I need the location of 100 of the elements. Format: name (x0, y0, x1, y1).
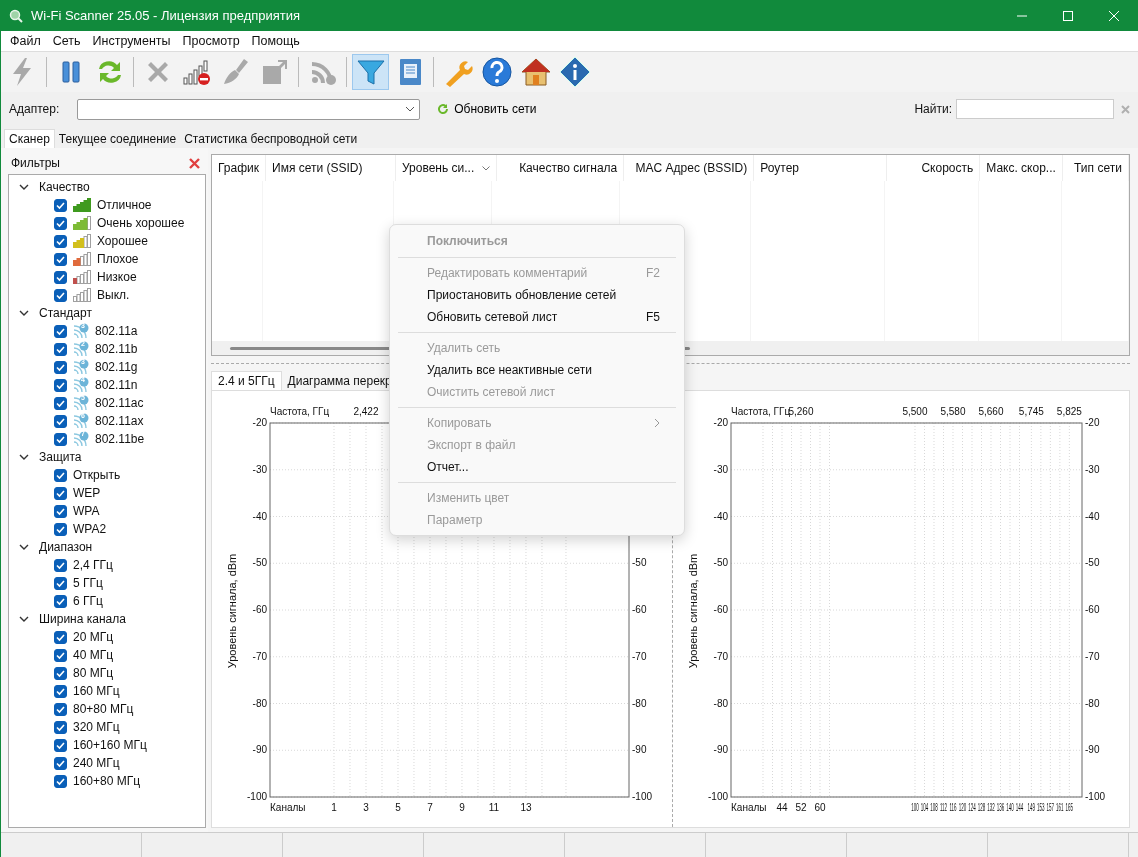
tick-label: -60 (713, 604, 728, 615)
filter-label: 160+80 МГц (73, 774, 141, 788)
filter-label: 802.11ac (95, 396, 144, 410)
tick-label: -50 (252, 557, 267, 569)
tree-group-label: Стандарт (39, 306, 92, 320)
tick-label: -50 (713, 557, 728, 569)
tick-label: 104 (920, 801, 929, 814)
tree-group-label: Защита (39, 450, 82, 464)
shortcut-label: F2 (646, 266, 660, 280)
axis-title: Частота, ГГц (270, 406, 330, 417)
filter-label: 2,4 ГГц (73, 558, 113, 572)
tick-label: -70 (252, 650, 267, 662)
axis-title: Частота, ГГц (731, 406, 791, 417)
filter-label: Открыть (73, 468, 121, 482)
tick-label: 116 (949, 801, 957, 814)
tick-label: 9 (459, 802, 465, 813)
tick-label: 3 (363, 802, 369, 813)
filter-label: 5 ГГц (73, 576, 103, 590)
search-label: Найти: (914, 102, 952, 116)
tick-label: -60 (1085, 604, 1100, 615)
filter-label: WEP (73, 486, 101, 500)
filter-label: Отличное (97, 198, 152, 212)
tick-label: -60 (252, 604, 267, 615)
filter-label: 20 МГц (73, 630, 114, 644)
tick-label: 128 (977, 801, 986, 814)
tick-label: -20 (1085, 417, 1100, 428)
frequency-label: 2,422 (353, 406, 379, 417)
tick-label: 13 (520, 802, 532, 813)
tick-label: -100 (632, 791, 652, 802)
frequency-label: 5,260 (788, 406, 814, 417)
tick-label: -90 (632, 744, 647, 756)
tick-label: -90 (713, 744, 728, 756)
tick-label: 165 (1065, 801, 1074, 814)
tick-label: 140 (1006, 801, 1014, 814)
filter-label: 802.11ax (95, 414, 144, 428)
tick-label: -40 (713, 510, 728, 522)
filter-label: WPA (73, 504, 100, 518)
filter-label: Плохое (97, 252, 139, 266)
axis-title: Каналы (270, 802, 306, 813)
filter-label: Выкл. (97, 288, 130, 302)
tick-label: -80 (632, 697, 647, 709)
filters-title: Фильтры (11, 156, 60, 170)
tick-label: 5 (395, 802, 401, 813)
frequency-label: 5,580 (940, 406, 966, 417)
tick-label: -80 (1085, 697, 1100, 709)
tick-label: -30 (252, 463, 267, 475)
tree-group-label: Качество (39, 180, 90, 194)
filter-label: 40 МГц (73, 648, 114, 662)
tick-label: 124 (968, 801, 976, 814)
tick-label: 52 (795, 802, 807, 813)
tick-label: -40 (252, 510, 267, 522)
filter-label: 240 МГц (73, 756, 120, 770)
filter-label: Очень хорошее (97, 216, 185, 230)
tick-label: -70 (1085, 650, 1100, 662)
filter-label: 6 ГГц (73, 594, 103, 608)
tick-label: -30 (1085, 463, 1100, 475)
adapter-label: Адаптер: (9, 102, 60, 116)
tick-label: 108 (930, 801, 938, 814)
shortcut-label: F5 (646, 310, 660, 324)
frequency-label: 5,500 (902, 406, 928, 417)
tick-label: -70 (713, 650, 728, 662)
filter-label: 802.11n (95, 378, 138, 392)
filter-label: 802.11g (95, 360, 138, 374)
window-title: Wi-Fi Scanner 25.05 - Лицензия предприятия (31, 8, 301, 23)
tick-label: -80 (252, 697, 267, 709)
filter-label: 160 МГц (73, 684, 120, 698)
tick-label: -50 (1085, 557, 1100, 569)
filter-label: 320 МГц (73, 720, 120, 734)
tick-label: 112 (939, 801, 948, 814)
tick-label: 44 (776, 802, 788, 813)
tick-label: -20 (252, 417, 267, 428)
tick-label: 161 (1056, 801, 1064, 814)
filter-label: 80+80 МГц (73, 702, 134, 716)
tick-label: 100 (911, 801, 919, 814)
tick-label: 153 (1037, 801, 1045, 814)
tick-label: -90 (252, 744, 267, 756)
tick-label: 120 (958, 801, 967, 814)
tick-label: -20 (713, 417, 728, 428)
tick-label: -80 (713, 697, 728, 709)
tick-label: -40 (1085, 510, 1100, 522)
tick-label: -100 (708, 791, 728, 802)
tick-label: 132 (987, 801, 995, 814)
tree-group-label: Ширина канала (39, 612, 126, 626)
filter-label: 80 МГц (73, 666, 114, 680)
filter-label: Низкое (97, 270, 137, 284)
tick-label: -70 (632, 650, 647, 662)
tick-label: -50 (632, 557, 647, 569)
filter-label: 802.11be (95, 432, 145, 446)
tick-label: -30 (713, 463, 728, 475)
tick-label: -60 (632, 604, 647, 615)
tick-label: -90 (1085, 744, 1100, 756)
tick-label: 144 (1015, 801, 1024, 814)
tick-label: 149 (1027, 801, 1036, 814)
tick-label: 7 (427, 802, 433, 813)
axis-title: Уровень сигнала, dBm (226, 553, 238, 669)
frequency-label: 5,825 (1056, 406, 1082, 417)
tick-label: 60 (814, 802, 826, 813)
frequency-label: 5,660 (978, 406, 1004, 417)
tick-label: -100 (247, 791, 267, 802)
tick-label: 1 (331, 802, 337, 813)
